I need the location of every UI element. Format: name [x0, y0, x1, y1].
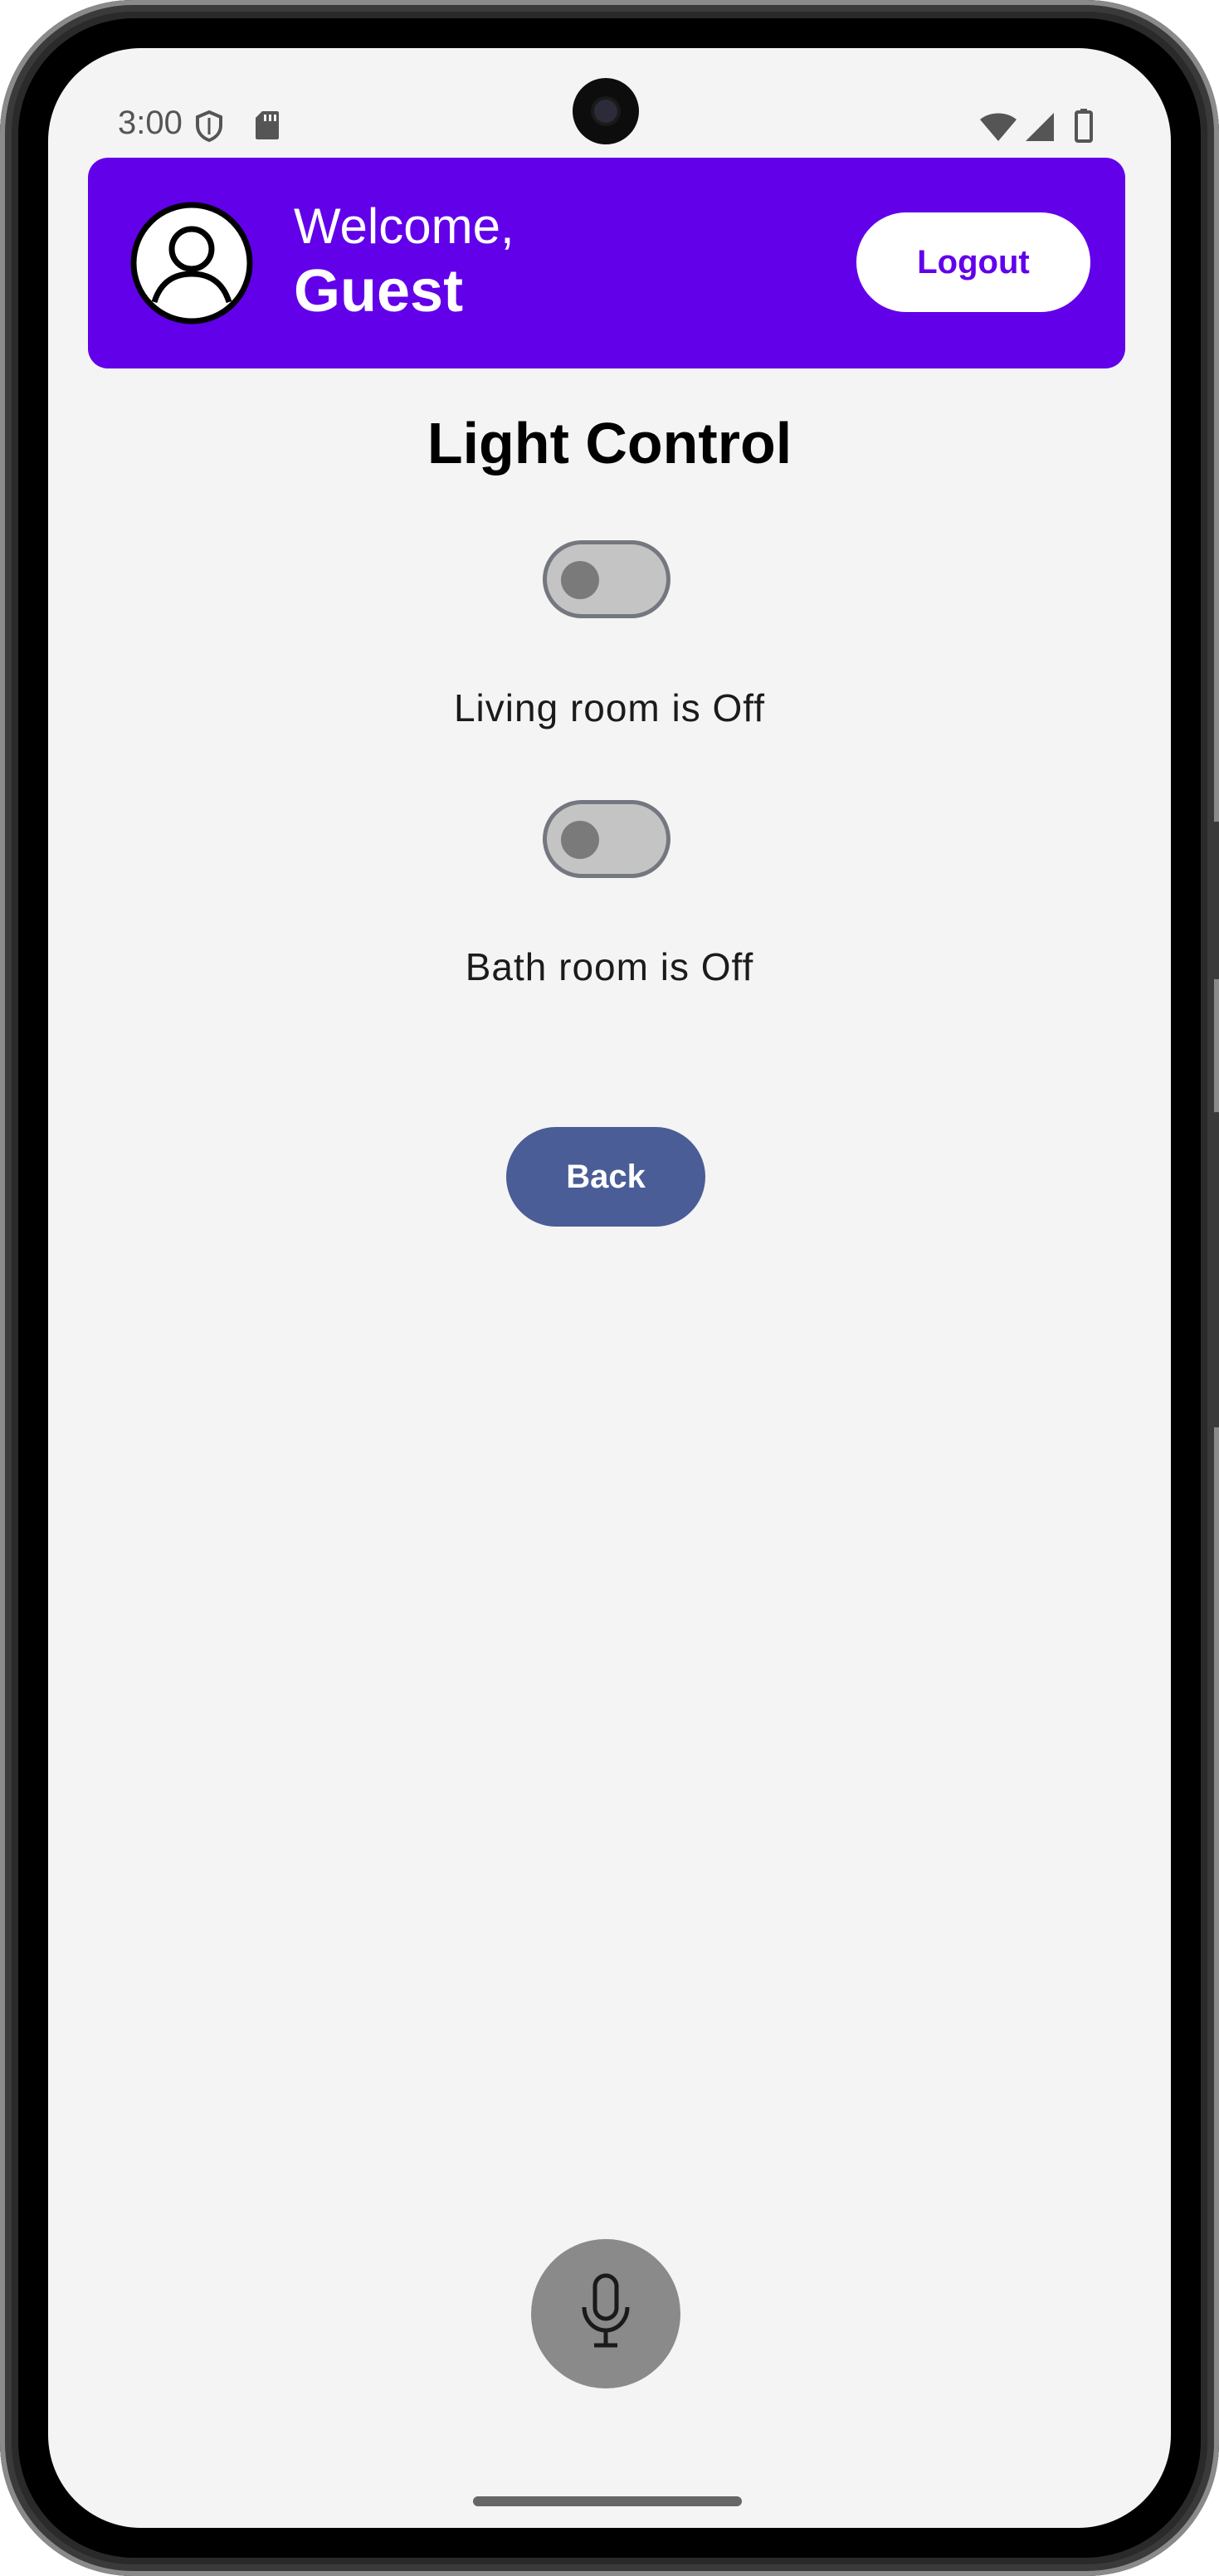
welcome-label: Welcome, [294, 198, 514, 254]
header-card: Welcome, Guest Logout [88, 158, 1125, 368]
account-circle-icon[interactable] [129, 201, 254, 325]
page-title: Light Control [427, 411, 792, 476]
logout-button[interactable]: Logout [856, 212, 1090, 312]
shield-icon [194, 110, 224, 146]
battery-icon [1074, 108, 1094, 146]
voice-command-button[interactable] [531, 2239, 680, 2388]
app-screen: 3:00 Welcome, Guest Logout Light Control… [48, 48, 1171, 2528]
cell-signal-icon [1024, 111, 1056, 146]
living-room-switch[interactable] [543, 540, 670, 618]
power-button [1212, 1112, 1219, 1427]
microphone-icon [573, 2271, 639, 2357]
switch-thumb [561, 561, 599, 599]
living-room-status: Living room is Off [453, 686, 766, 729]
user-name: Guest [294, 258, 464, 324]
bath-room-status: Bath room is Off [465, 945, 754, 988]
wifi-icon [979, 111, 1017, 146]
home-indicator[interactable] [473, 2496, 742, 2506]
switch-thumb [561, 821, 599, 859]
volume-button [1212, 822, 1219, 979]
bath-room-switch[interactable] [543, 800, 670, 878]
sd-card-icon [254, 110, 280, 144]
front-camera [573, 78, 639, 144]
back-button[interactable]: Back [506, 1127, 705, 1227]
status-time: 3:00 [118, 105, 183, 141]
